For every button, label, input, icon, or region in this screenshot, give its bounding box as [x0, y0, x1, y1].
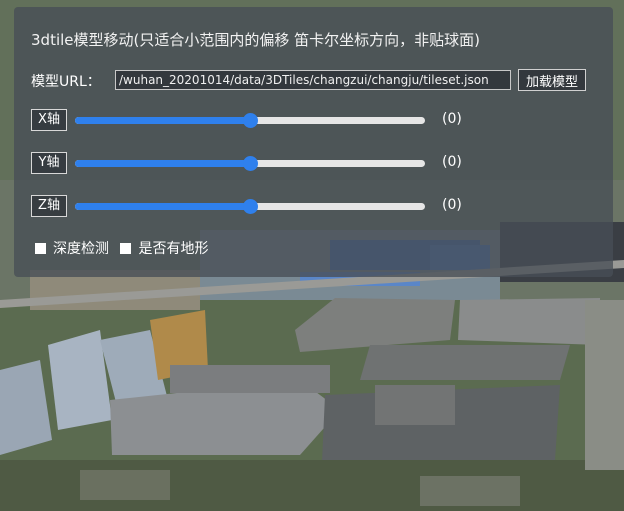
panel-title: 3dtile模型移动(只适合小范围内的偏移 笛卡尔坐标方向，非贴球面) [31, 31, 480, 49]
z-axis-row: Z轴 (0) [31, 195, 471, 217]
z-axis-slider[interactable] [75, 199, 425, 214]
z-axis-slider-fill [75, 203, 250, 210]
z-axis-value: (0) [442, 197, 462, 213]
y-axis-slider-fill [75, 160, 250, 167]
x-axis-slider[interactable] [75, 113, 425, 128]
x-axis-label: X轴 [31, 109, 67, 131]
y-axis-slider[interactable] [75, 156, 425, 171]
depth-test-label: 深度检测 [53, 241, 109, 257]
terrain-option[interactable]: 是否有地形 [120, 238, 208, 258]
x-axis-row: X轴 (0) [31, 109, 471, 131]
y-axis-value: (0) [442, 154, 462, 170]
terrain-checkbox[interactable] [120, 243, 132, 254]
x-axis-slider-thumb[interactable] [243, 113, 258, 128]
depth-test-option[interactable]: 深度检测 [35, 238, 109, 258]
y-axis-label: Y轴 [31, 152, 67, 174]
z-axis-label: Z轴 [31, 195, 67, 217]
y-axis-row: Y轴 (0) [31, 152, 471, 174]
y-axis-slider-thumb[interactable] [243, 156, 258, 171]
z-axis-slider-thumb[interactable] [243, 199, 258, 214]
terrain-label: 是否有地形 [138, 241, 209, 257]
model-url-input[interactable] [115, 70, 511, 90]
options-row: 深度检测 是否有地形 [35, 238, 215, 258]
x-axis-slider-fill [75, 117, 250, 124]
model-url-label: 模型URL： [31, 74, 101, 90]
x-axis-value: (0) [442, 111, 462, 127]
model-move-panel: 3dtile模型移动(只适合小范围内的偏移 笛卡尔坐标方向，非贴球面) 模型UR… [14, 7, 613, 277]
load-model-button[interactable]: 加载模型 [518, 69, 586, 91]
depth-test-checkbox[interactable] [35, 243, 46, 254]
